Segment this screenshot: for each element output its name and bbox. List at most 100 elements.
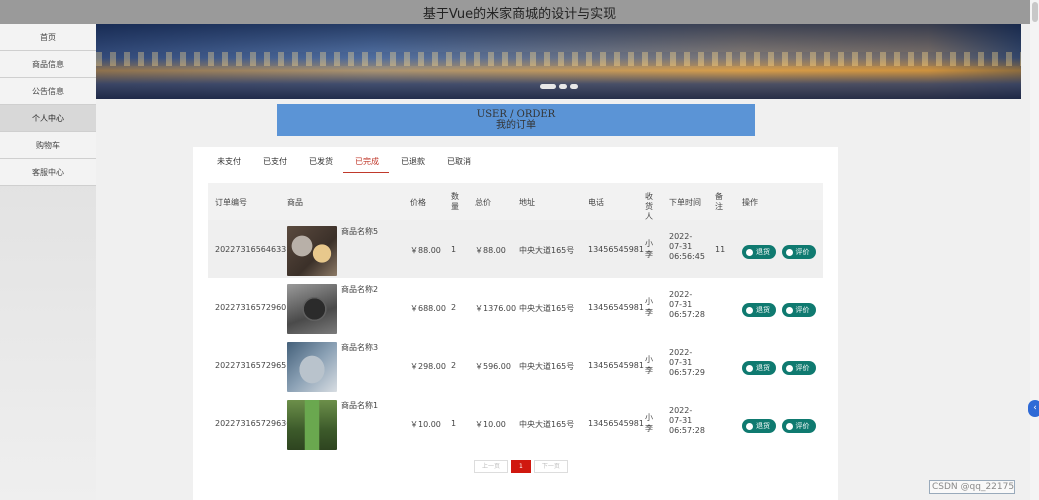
column-header-price: 价格 xyxy=(410,198,426,207)
sidebar-item-products[interactable]: 商品信息 xyxy=(0,51,96,78)
product-name[interactable]: 商品名称1 xyxy=(341,400,378,411)
order-time: 2022-07-31 06:57:29 xyxy=(669,348,705,377)
next-page-button[interactable]: 下一页 xyxy=(533,460,568,473)
column-header-total: 总价 xyxy=(475,198,491,207)
price: ￥88.00 xyxy=(410,246,441,255)
receiver: 小李 xyxy=(645,239,653,259)
orders-panel: 未支付 已支付 已发货 已完成 已退款 已取消 订单编号 商品 价格 数量 总价… xyxy=(193,147,838,500)
total: ￥88.00 xyxy=(475,246,506,255)
column-header-note: 备注 xyxy=(715,192,723,211)
price: ￥10.00 xyxy=(410,420,441,429)
refund-icon xyxy=(746,306,753,314)
sidebar-item-home[interactable]: 首页 xyxy=(0,24,96,51)
refund-button[interactable]: 退货 xyxy=(742,303,776,317)
comment-icon xyxy=(785,422,793,430)
product-name[interactable]: 商品名称5 xyxy=(341,226,378,237)
quantity: 1 xyxy=(451,419,457,428)
sidebar-item-customer-service[interactable]: 客服中心 xyxy=(0,159,96,186)
address: 中央大道165号 xyxy=(519,362,575,371)
refund-label: 退货 xyxy=(756,422,770,430)
pagination: 上一页 1 下一页 xyxy=(474,460,568,473)
comment-icon xyxy=(785,306,793,314)
total: ￥1376.00 xyxy=(475,304,517,313)
watermark: CSDN @qq_2217562310206 xyxy=(929,480,1015,494)
tab-unpaid[interactable]: 未支付 xyxy=(205,153,251,173)
row-actions: 退货 评价 xyxy=(742,245,819,259)
table-header: 订单编号 商品 价格 数量 总价 地址 电话 收货人 下单时间 备注 操作 xyxy=(208,183,823,221)
address: 中央大道165号 xyxy=(519,420,575,429)
refund-label: 退货 xyxy=(756,364,770,372)
review-button[interactable]: 评价 xyxy=(781,361,816,375)
row-actions: 退货 评价 xyxy=(742,419,819,433)
order-status-tabs: 未支付 已支付 已发货 已完成 已退款 已取消 xyxy=(205,153,481,173)
total: ￥596.00 xyxy=(475,362,511,371)
review-button[interactable]: 评价 xyxy=(781,303,816,317)
product-image-watch[interactable] xyxy=(287,284,337,334)
vertical-scrollbar[interactable] xyxy=(1030,0,1039,500)
section-title-cn: 我的订单 xyxy=(496,120,536,131)
product-image-sneakers[interactable] xyxy=(287,342,337,392)
product-image-tea-set[interactable] xyxy=(287,226,337,276)
table-row: 20227316564633 商品名称5 ￥88.00 1 ￥88.00 中央大… xyxy=(208,220,823,278)
phone: 13456545981 xyxy=(588,419,644,428)
carousel-dot[interactable] xyxy=(570,84,578,89)
carousel-indicators xyxy=(540,84,578,89)
column-header-time: 下单时间 xyxy=(669,198,701,207)
scrollbar-thumb[interactable] xyxy=(1032,2,1038,22)
receiver: 小李 xyxy=(645,413,653,433)
collapse-arrow-icon[interactable]: ‹ xyxy=(1028,400,1039,417)
table-row: 202273165729651 商品名称3 ￥298.00 2 ￥596.00 … xyxy=(208,336,823,394)
top-bar: 基于Vue的米家商城的设计与实现 xyxy=(0,0,1039,24)
price: ￥298.00 xyxy=(410,362,446,371)
order-number: 202273165729636 xyxy=(215,419,292,428)
column-header-address: 地址 xyxy=(519,198,535,207)
refund-button[interactable]: 退货 xyxy=(742,361,776,375)
sidebar-item-notices[interactable]: 公告信息 xyxy=(0,78,96,105)
column-header-qty: 数量 xyxy=(451,192,459,211)
column-header-product: 商品 xyxy=(287,198,303,207)
quantity: 1 xyxy=(451,245,457,254)
table-row: 202273165729601 商品名称2 ￥688.00 2 ￥1376.00… xyxy=(208,278,823,336)
refund-button[interactable]: 退货 xyxy=(742,245,776,259)
review-label: 评价 xyxy=(795,364,810,372)
product-name[interactable]: 商品名称3 xyxy=(341,342,378,353)
sidebar-item-cart[interactable]: 购物车 xyxy=(0,132,96,159)
price: ￥688.00 xyxy=(410,304,446,313)
review-label: 评价 xyxy=(795,422,810,430)
banner-image xyxy=(96,52,1021,66)
phone: 13456545981 xyxy=(588,361,644,370)
sidebar: 首页 商品信息 公告信息 个人中心 购物车 客服中心 xyxy=(0,24,96,500)
note: 11 xyxy=(715,245,726,254)
tab-cancelled[interactable]: 已取消 xyxy=(435,153,481,173)
phone: 13456545981 xyxy=(588,245,644,254)
tab-refunded[interactable]: 已退款 xyxy=(389,153,435,173)
sidebar-item-personal-center[interactable]: 个人中心 xyxy=(0,105,96,132)
tab-shipped[interactable]: 已发货 xyxy=(297,153,343,173)
carousel-dot[interactable] xyxy=(540,84,556,89)
order-time: 2022-07-31 06:57:28 xyxy=(669,406,705,435)
address: 中央大道165号 xyxy=(519,304,575,313)
tab-completed[interactable]: 已完成 xyxy=(343,153,389,173)
table-row: 202273165729636 商品名称1 ￥10.00 1 ￥10.00 中央… xyxy=(208,394,823,452)
section-title-en: USER / ORDER xyxy=(476,109,556,120)
prev-page-button[interactable]: 上一页 xyxy=(474,460,509,473)
receiver: 小李 xyxy=(645,297,653,317)
tab-paid[interactable]: 已支付 xyxy=(251,153,297,173)
review-button[interactable]: 评价 xyxy=(781,245,816,259)
review-label: 评价 xyxy=(795,248,810,256)
banner-carousel[interactable] xyxy=(96,24,1021,99)
carousel-dot[interactable] xyxy=(559,84,567,89)
current-page-button[interactable]: 1 xyxy=(511,460,531,473)
refund-icon xyxy=(746,422,753,430)
receiver: 小李 xyxy=(645,355,653,375)
product-image-green-cup[interactable] xyxy=(287,400,337,450)
comment-icon xyxy=(785,364,793,372)
review-button[interactable]: 评价 xyxy=(781,419,816,433)
refund-button[interactable]: 退货 xyxy=(742,419,776,433)
refund-icon xyxy=(746,248,753,256)
phone: 13456545981 xyxy=(588,303,644,312)
comment-icon xyxy=(785,248,793,256)
order-number: 202273165729651 xyxy=(215,361,292,370)
product-name[interactable]: 商品名称2 xyxy=(341,284,378,295)
column-header-order-no: 订单编号 xyxy=(215,198,247,207)
